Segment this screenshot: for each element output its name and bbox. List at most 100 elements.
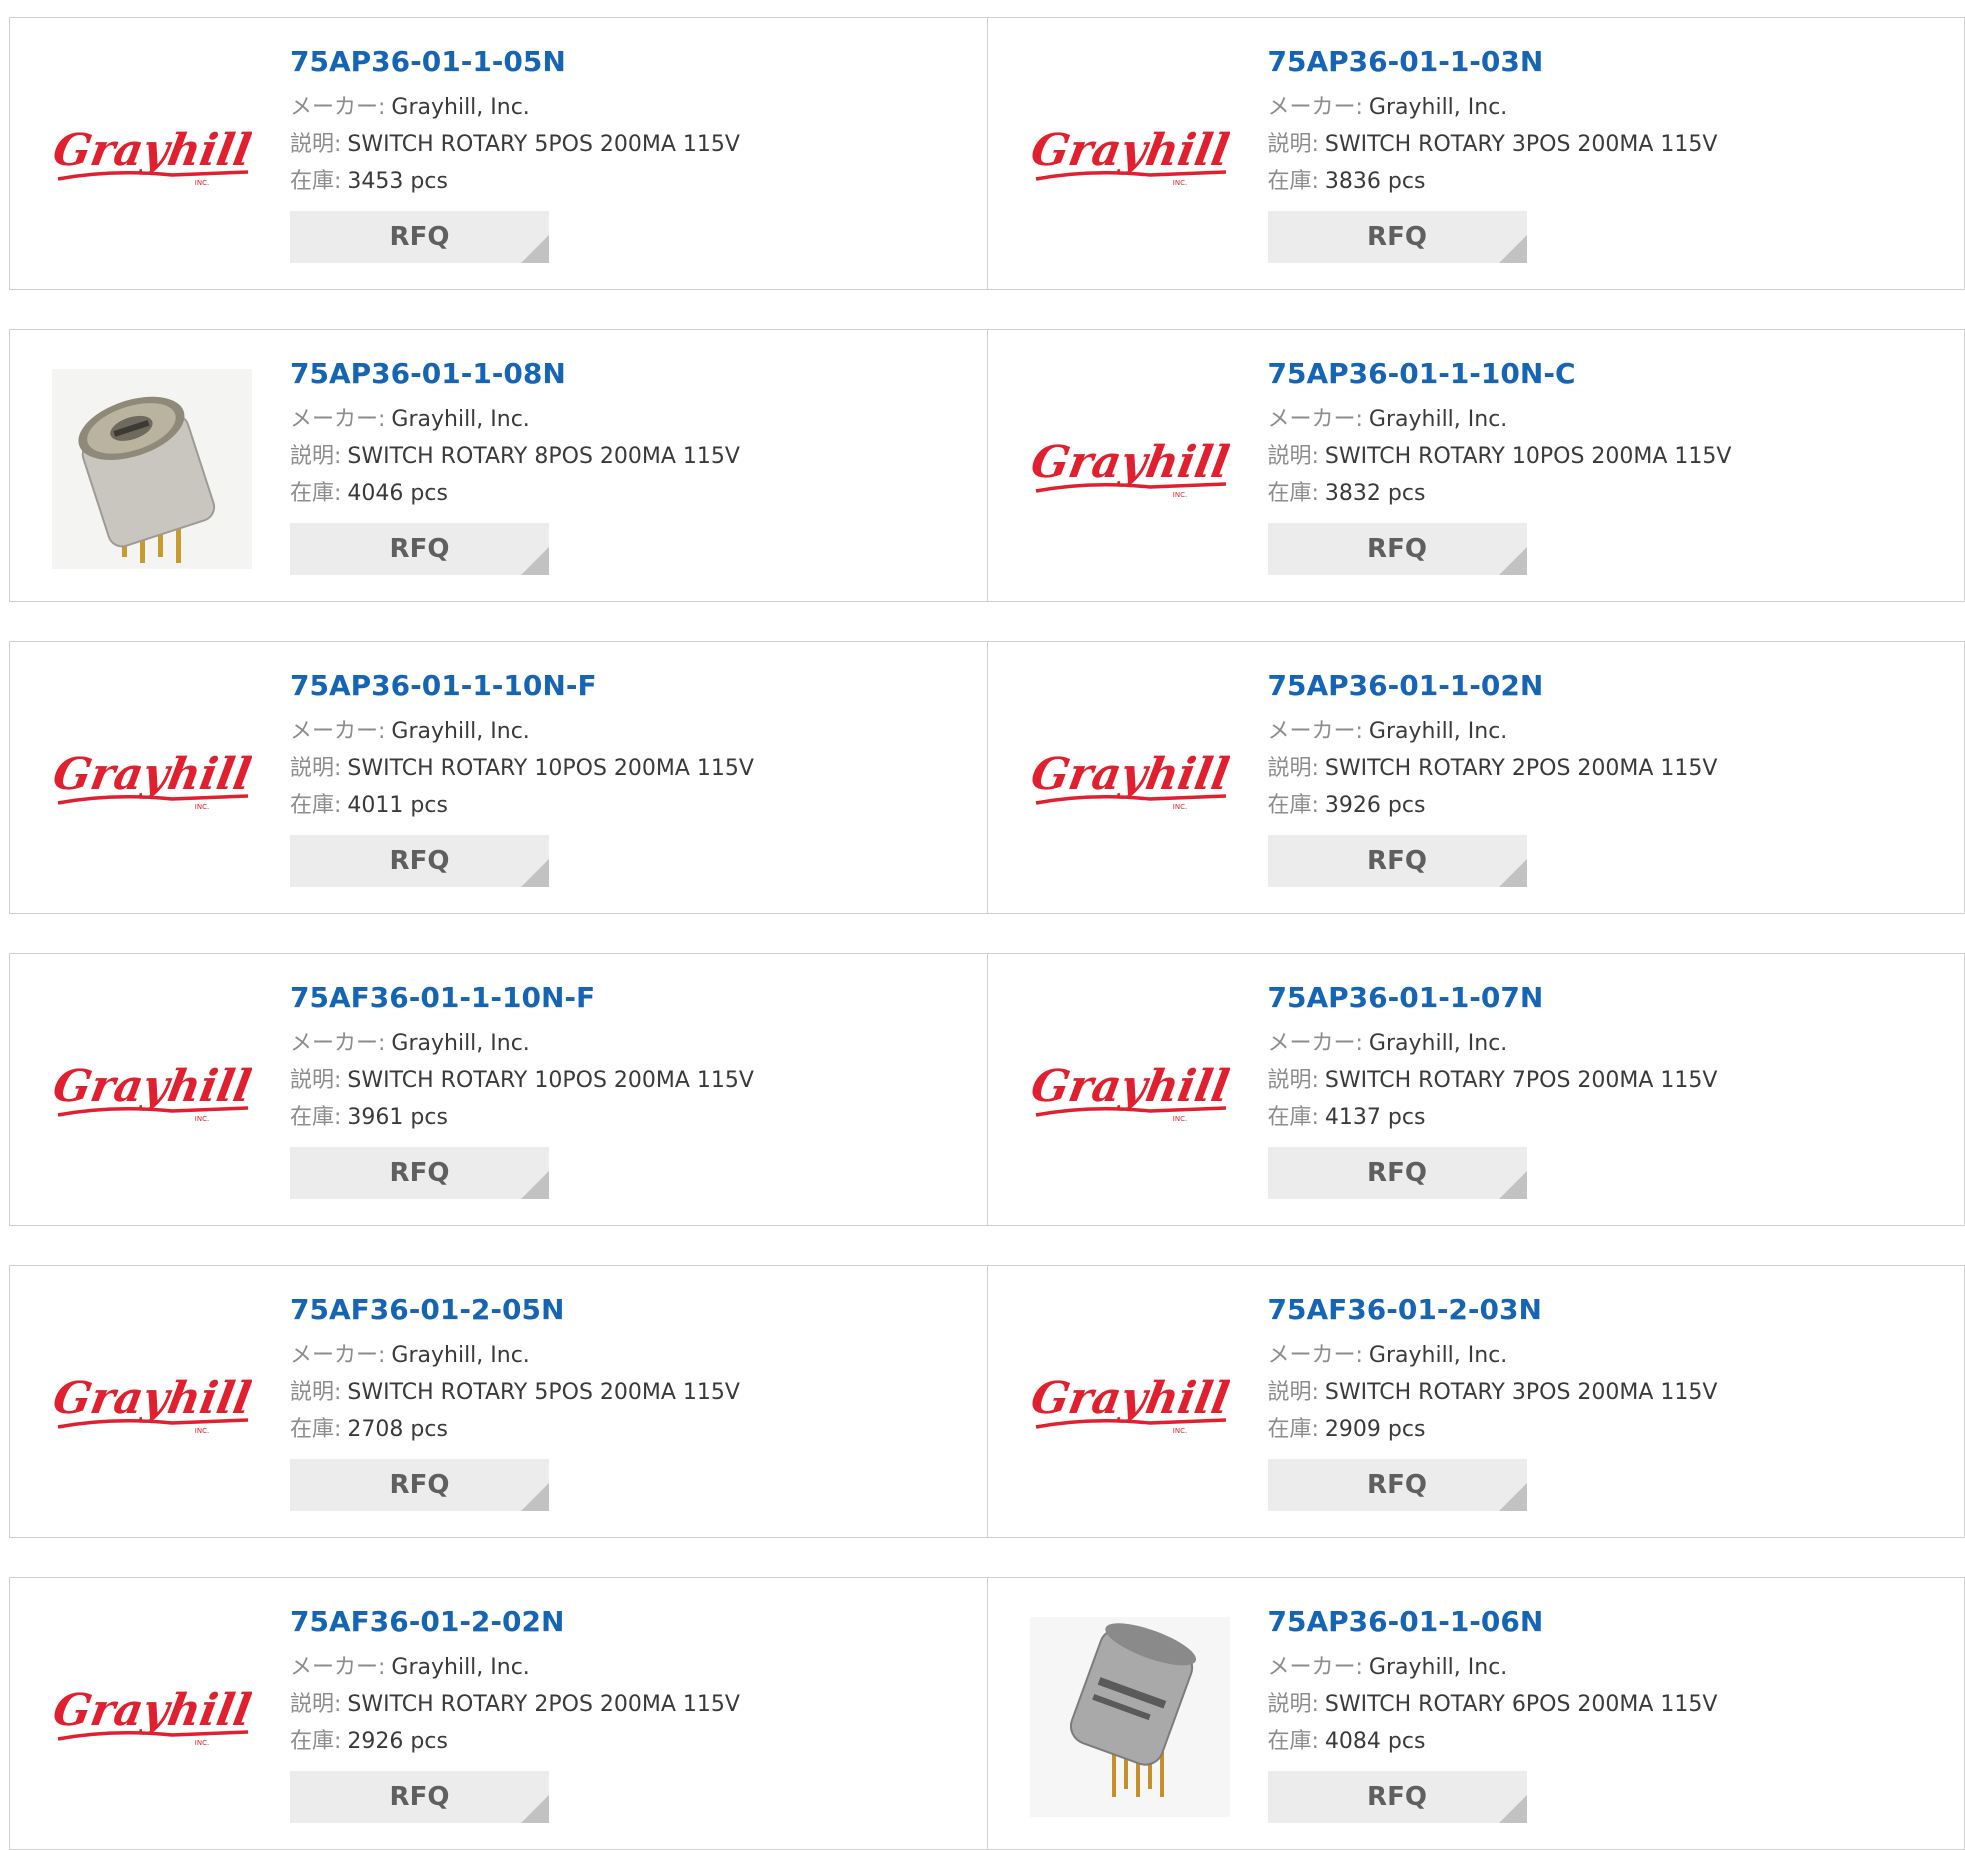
rfq-button-label: RFQ bbox=[1367, 1470, 1427, 1500]
description-label: 説明: bbox=[1267, 132, 1319, 157]
rfq-button[interactable]: RFQ bbox=[290, 1147, 549, 1199]
logo-wordmark: Grayhill bbox=[1030, 124, 1230, 176]
product-card: Grayhill INC. 75AP36-01-1-03N メーカー: Grayhi… bbox=[986, 18, 1965, 289]
maker-line: メーカー: Grayhill, Inc. bbox=[290, 713, 977, 750]
product-image[interactable] bbox=[1029, 1617, 1230, 1817]
rfq-button-label: RFQ bbox=[389, 534, 450, 564]
product-image[interactable]: Grayhill INC. bbox=[1030, 369, 1230, 569]
product-info: 75AF36-01-1-10N-F メーカー: Grayhill, Inc. 説明… bbox=[290, 980, 977, 1199]
maker-line: メーカー: Grayhill, Inc. bbox=[290, 401, 977, 438]
product-image[interactable]: Grayhill INC. bbox=[1030, 993, 1230, 1193]
stock-line: 在庫: 3836 pcs bbox=[1268, 163, 1955, 200]
description-label: 説明: bbox=[1267, 444, 1319, 469]
stock-value: 2909 pcs bbox=[1324, 1417, 1426, 1442]
product-image[interactable]: Grayhill INC. bbox=[1030, 681, 1230, 881]
rfq-button[interactable]: RFQ bbox=[290, 1771, 549, 1823]
grayhill-logo: Grayhill INC. bbox=[1030, 436, 1230, 499]
product-info: 75AP36-01-1-03N メーカー: Grayhill, Inc. 説明: S… bbox=[1267, 44, 1955, 263]
rfq-corner-icon bbox=[521, 1171, 549, 1199]
maker-label: メーカー: bbox=[1267, 407, 1363, 432]
stock-label: 在庫: bbox=[290, 793, 342, 818]
description-label: 説明: bbox=[290, 1068, 342, 1093]
part-number-link[interactable]: 75AP36-01-1-07N bbox=[1268, 980, 1955, 1016]
logo-inc: INC. bbox=[195, 1739, 209, 1747]
product-card: Grayhill INC. 75AF36-01-2-05N メーカー: Grayhi… bbox=[10, 1266, 987, 1537]
product-image[interactable]: Grayhill INC. bbox=[52, 57, 252, 257]
description-line: 説明: SWITCH ROTARY 6POS 200MA 115V bbox=[1268, 1686, 1955, 1723]
product-info: 75AF36-01-2-03N メーカー: Grayhill, Inc. 説明: S… bbox=[1267, 1292, 1955, 1511]
description-value: SWITCH ROTARY 5POS 200MA 115V bbox=[347, 1380, 740, 1405]
logo-inc: INC. bbox=[195, 179, 209, 187]
stock-value: 2926 pcs bbox=[347, 1729, 448, 1754]
product-info: 75AP36-01-1-02N メーカー: Grayhill, Inc. 説明: S… bbox=[1267, 668, 1955, 887]
part-number-link[interactable]: 75AP36-01-1-10N-C bbox=[1268, 356, 1955, 392]
rfq-button-label: RFQ bbox=[389, 846, 450, 876]
part-number-link[interactable]: 75AF36-01-2-05N bbox=[290, 1292, 977, 1328]
rfq-button[interactable]: RFQ bbox=[1267, 523, 1527, 575]
stock-value: 3836 pcs bbox=[1324, 169, 1426, 194]
rfq-button[interactable]: RFQ bbox=[290, 211, 549, 263]
maker-label: メーカー: bbox=[290, 95, 386, 120]
description-label: 説明: bbox=[290, 444, 342, 469]
stock-line: 在庫: 2708 pcs bbox=[290, 1411, 977, 1448]
maker-line: メーカー: Grayhill, Inc. bbox=[1268, 1337, 1955, 1374]
rfq-button[interactable]: RFQ bbox=[1267, 1771, 1527, 1823]
stock-label: 在庫: bbox=[1267, 169, 1319, 194]
product-info: 75AF36-01-2-02N メーカー: Grayhill, Inc. 説明: S… bbox=[290, 1604, 977, 1823]
stock-value: 4084 pcs bbox=[1324, 1729, 1426, 1754]
stock-line: 在庫: 3832 pcs bbox=[1268, 475, 1955, 512]
description-value: SWITCH ROTARY 5POS 200MA 115V bbox=[347, 132, 740, 157]
grayhill-logo: Grayhill INC. bbox=[52, 748, 252, 811]
product-image[interactable]: Grayhill INC. bbox=[52, 1617, 252, 1817]
part-number-link[interactable]: 75AF36-01-1-10N-F bbox=[290, 980, 977, 1016]
stock-value: 4046 pcs bbox=[347, 481, 448, 506]
part-number-link[interactable]: 75AP36-01-1-02N bbox=[1268, 668, 1955, 704]
part-number-link[interactable]: 75AP36-01-1-06N bbox=[1268, 1604, 1955, 1640]
logo-inc: INC. bbox=[1172, 179, 1186, 187]
maker-value: Grayhill, Inc. bbox=[1368, 95, 1508, 120]
rfq-button[interactable]: RFQ bbox=[1267, 1459, 1527, 1511]
grayhill-logo: Grayhill INC. bbox=[52, 1372, 252, 1435]
stock-label: 在庫: bbox=[290, 481, 342, 506]
rfq-button[interactable]: RFQ bbox=[290, 1459, 549, 1511]
rfq-button[interactable]: RFQ bbox=[290, 835, 549, 887]
product-image[interactable]: Grayhill INC. bbox=[52, 993, 252, 1193]
stock-value: 2708 pcs bbox=[347, 1417, 448, 1442]
part-number-link[interactable]: 75AP36-01-1-05N bbox=[290, 44, 977, 80]
logo-inc: INC. bbox=[1172, 1427, 1186, 1435]
product-card: Grayhill INC. 75AF36-01-1-10N-F メーカー: Gray… bbox=[10, 954, 987, 1225]
description-value: SWITCH ROTARY 8POS 200MA 115V bbox=[347, 444, 740, 469]
description-label: 説明: bbox=[290, 132, 342, 157]
product-image[interactable]: Grayhill INC. bbox=[52, 1305, 252, 1505]
description-value: SWITCH ROTARY 10POS 200MA 115V bbox=[347, 756, 754, 781]
maker-line: メーカー: Grayhill, Inc. bbox=[1268, 1025, 1955, 1062]
part-number-link[interactable]: 75AF36-01-2-02N bbox=[290, 1604, 977, 1640]
stock-label: 在庫: bbox=[1267, 1417, 1319, 1442]
product-image[interactable]: Grayhill INC. bbox=[52, 681, 252, 881]
maker-label: メーカー: bbox=[290, 407, 386, 432]
part-number-link[interactable]: 75AP36-01-1-10N-F bbox=[290, 668, 977, 704]
rfq-button[interactable]: RFQ bbox=[1267, 1147, 1527, 1199]
part-number-link[interactable]: 75AP36-01-1-03N bbox=[1268, 44, 1955, 80]
logo-wordmark: Grayhill bbox=[1030, 436, 1230, 488]
description-label: 説明: bbox=[1267, 1692, 1319, 1717]
rfq-button[interactable]: RFQ bbox=[290, 523, 549, 575]
product-card: Grayhill INC. 75AP36-01-1-10N-F メーカー: Gray… bbox=[10, 642, 987, 913]
product-row: Grayhill INC. 75AF36-01-2-02N メーカー: Grayhi… bbox=[9, 1577, 1965, 1850]
description-value: SWITCH ROTARY 3POS 200MA 115V bbox=[1324, 1380, 1718, 1405]
rfq-button[interactable]: RFQ bbox=[1267, 211, 1527, 263]
product-image[interactable]: Grayhill INC. bbox=[1030, 57, 1230, 257]
rfq-corner-icon bbox=[1498, 859, 1527, 887]
product-info: 75AP36-01-1-06N メーカー: Grayhill, Inc. 説明: S… bbox=[1267, 1604, 1955, 1823]
product-image[interactable] bbox=[52, 369, 252, 569]
description-line: 説明: SWITCH ROTARY 3POS 200MA 115V bbox=[1268, 1374, 1955, 1411]
part-number-link[interactable]: 75AF36-01-2-03N bbox=[1268, 1292, 1955, 1328]
logo-inc: INC. bbox=[195, 1115, 209, 1123]
rfq-corner-icon bbox=[521, 547, 549, 575]
product-image[interactable]: Grayhill INC. bbox=[1030, 1305, 1230, 1505]
part-number-link[interactable]: 75AP36-01-1-08N bbox=[290, 356, 977, 392]
logo-wordmark: Grayhill bbox=[1030, 1060, 1230, 1112]
rfq-button[interactable]: RFQ bbox=[1267, 835, 1527, 887]
maker-line: メーカー: Grayhill, Inc. bbox=[290, 1337, 977, 1374]
description-label: 説明: bbox=[290, 1692, 342, 1717]
